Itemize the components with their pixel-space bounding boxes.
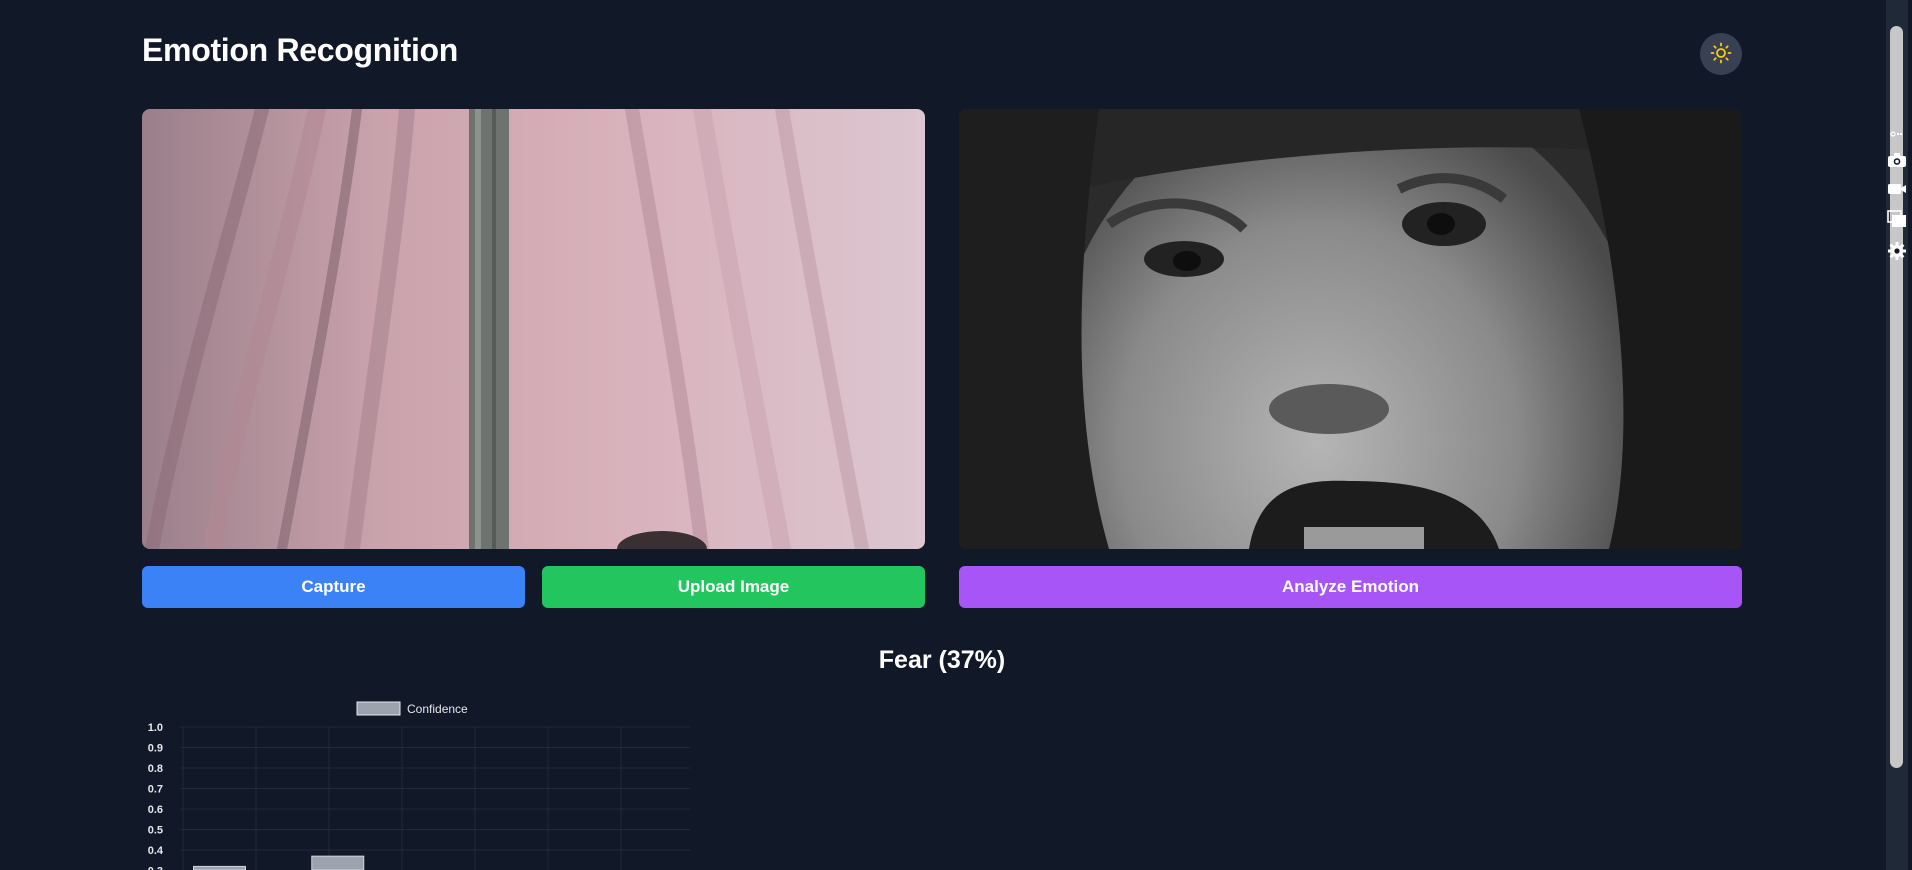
capture-button[interactable]: Capture: [142, 566, 525, 608]
settings-icon[interactable]: [1887, 241, 1907, 266]
theme-toggle-button[interactable]: [1700, 33, 1742, 75]
emotion-result: Fear (37%): [878, 646, 1006, 674]
y-tick-label: 0.5: [148, 825, 163, 837]
screenshot-icon[interactable]: [1890, 126, 1904, 144]
camera-icon[interactable]: [1887, 152, 1907, 173]
face-preview-image: [959, 109, 1742, 549]
side-toolbar: [1882, 126, 1912, 266]
confidence-bar: [311, 855, 365, 870]
y-tick-label: 1.0: [148, 722, 163, 734]
sun-icon: [1710, 42, 1732, 67]
y-tick-label: 0.9: [148, 743, 163, 755]
y-tick-label: 0.4: [148, 845, 164, 857]
y-tick-label: 0.3: [148, 866, 163, 870]
legend-label: Confidence: [407, 702, 468, 716]
camera-feed: [142, 109, 925, 549]
y-tick-label: 0.7: [148, 784, 163, 796]
y-tick-label: 0.6: [148, 804, 163, 816]
confidence-chart: 1.0 0.9 0.8 0.7 0.6 0.5 0.4 0.3 Confidence: [148, 701, 690, 870]
upload-image-button[interactable]: Upload Image: [542, 566, 925, 608]
page-title: Emotion Recognition: [142, 32, 459, 68]
analyze-emotion-button[interactable]: Analyze Emotion: [959, 566, 1742, 608]
y-tick-label: 0.8: [148, 763, 163, 775]
camera-feed-image: [142, 109, 925, 549]
video-icon[interactable]: [1887, 181, 1907, 202]
windows-icon[interactable]: [1887, 210, 1907, 233]
face-preview: [959, 109, 1742, 549]
confidence-bar: [193, 865, 246, 870]
legend-swatch: [356, 701, 401, 716]
